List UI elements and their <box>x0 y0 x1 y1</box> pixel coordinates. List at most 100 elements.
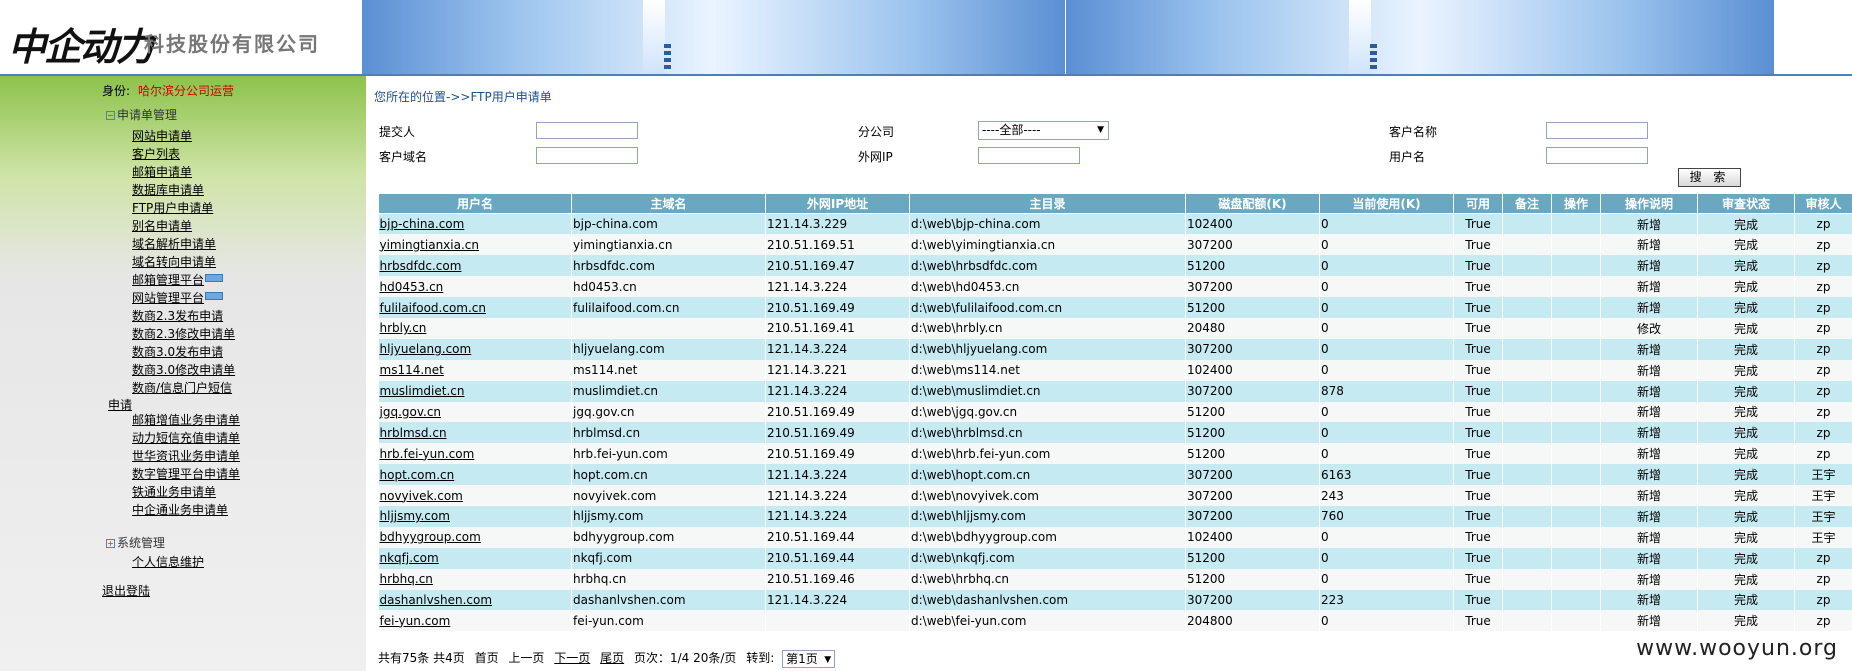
branch-select[interactable]: ----全部---- ▼ <box>978 121 1109 140</box>
cell-username[interactable]: novyivek.com <box>378 485 572 506</box>
cell-available: True <box>1453 317 1503 339</box>
cell-username[interactable]: ms114.net <box>378 359 572 381</box>
cell-username[interactable]: hd0453.cn <box>378 276 572 298</box>
sidebar-item-sms-recharge[interactable]: 动力短信充值申请单 <box>132 431 240 445</box>
pager-last-link[interactable]: 尾页 <box>600 651 624 665</box>
cell-username[interactable]: hljjsmy.com <box>378 505 572 527</box>
header-banner-right <box>1066 0 1774 74</box>
cell-review-status: 完成 <box>1697 505 1795 527</box>
pager-goto-select[interactable]: 第1页 ▼ <box>782 649 836 668</box>
cell-review-status: 完成 <box>1697 276 1795 298</box>
cell-username[interactable]: bjp-china.com <box>378 213 572 235</box>
cell-available: True <box>1453 443 1503 465</box>
table-row: bdhyygroup.com bdhyygroup.com 210.51.169.4… <box>378 526 1852 548</box>
sidebar-item-tietong[interactable]: 铁通业务申请单 <box>132 485 216 499</box>
cell-disk-quota: 51200 <box>1185 568 1320 590</box>
cell-operation <box>1551 213 1601 235</box>
logout-link[interactable]: 退出登陆 <box>102 582 150 599</box>
cell-main-domain: hljyuelang.com <box>571 338 766 360</box>
col-header-operation-desc: 操作说明 <box>1600 193 1698 214</box>
watermark: www.wooyun.org <box>1632 636 1842 661</box>
expand-icon[interactable]: + <box>106 539 115 548</box>
group-apply-label: 申请单管理 <box>117 108 178 122</box>
table-row: yimingtianxia.cn yimingtianxia.cn 210.51.1… <box>378 234 1852 256</box>
sidebar-item-website-platform[interactable]: 网站管理平台 <box>132 291 224 305</box>
pager-next-link[interactable]: 下一页 <box>554 651 590 665</box>
cell-username[interactable]: hrblmsd.cn <box>378 422 572 444</box>
sidebar-item-shushang30-modify[interactable]: 数商3.0修改申请单 <box>132 363 235 377</box>
search-button[interactable]: 搜 索 <box>1678 168 1741 187</box>
sidebar-item-digital-platform[interactable]: 数字管理平台申请单 <box>132 467 240 481</box>
cell-operation <box>1551 505 1601 527</box>
sidebar-item-shushang23-modify[interactable]: 数商2.3修改申请单 <box>132 327 235 341</box>
cell-disk-quota: 51200 <box>1185 443 1320 465</box>
cell-username[interactable]: hrbhq.cn <box>378 568 572 590</box>
cell-operation-desc: 新增 <box>1600 234 1698 256</box>
group-system-management[interactable]: + 系统管理 <box>106 534 165 551</box>
sidebar-item-ftp-apply[interactable]: FTP用户申请单 <box>132 201 213 215</box>
sidebar-item-database-apply[interactable]: 数据库申请单 <box>132 183 204 197</box>
cell-username[interactable]: fulilaifood.com.cn <box>378 297 572 318</box>
cell-home-dir: d:\web\hljjsmy.com <box>909 505 1186 527</box>
cell-username[interactable]: hopt.com.cn <box>378 464 572 486</box>
table-row: hrbsdfdc.com hrbsdfdc.com 210.51.169.47 d:\… <box>378 255 1852 277</box>
cell-reviewer: zp <box>1794 401 1852 423</box>
submitter-input[interactable] <box>536 122 638 139</box>
sidebar-item-alias-apply[interactable]: 别名申请单 <box>132 219 192 233</box>
table-row: hd0453.cn hd0453.cn 121.14.3.224 d:\web\hd0… <box>378 276 1852 298</box>
cell-public-ip: 121.14.3.224 <box>765 276 910 298</box>
table-row: hljjsmy.com hljjsmy.com 121.14.3.224 d:\web… <box>378 505 1852 527</box>
sidebar-item-shihua-info[interactable]: 世华资讯业务申请单 <box>132 449 240 463</box>
branch-select-value: ----全部---- <box>982 123 1041 137</box>
username-input[interactable] <box>1546 147 1648 164</box>
cell-home-dir: d:\web\muslimdiet.cn <box>909 380 1186 402</box>
cell-review-status: 完成 <box>1697 485 1795 506</box>
cell-username[interactable]: nkqfj.com <box>378 547 572 569</box>
cell-operation <box>1551 234 1601 256</box>
cell-username[interactable]: hrbsdfdc.com <box>378 255 572 277</box>
cell-remark <box>1502 234 1552 256</box>
cell-username[interactable]: hljyuelang.com <box>378 338 572 360</box>
sidebar-item-dns-apply[interactable]: 域名解析申请单 <box>132 237 216 251</box>
header-banner-left <box>362 0 1065 74</box>
cell-operation <box>1551 443 1601 465</box>
new-badge-icon <box>205 292 224 300</box>
sidebar-item-portal-sms-wrap[interactable]: 申请 <box>108 396 132 413</box>
sidebar-item-shushang23-publish[interactable]: 数商2.3发布申请 <box>132 309 223 323</box>
cell-username[interactable]: muslimdiet.cn <box>378 380 572 402</box>
col-header-home-dir: 主目录 <box>909 193 1186 214</box>
cell-username[interactable]: hrb.fei-yun.com <box>378 443 572 465</box>
cell-disk-quota: 307200 <box>1185 505 1320 527</box>
cell-public-ip: 210.51.169.51 <box>765 234 910 256</box>
sidebar-item-redirect-apply[interactable]: 域名转向申请单 <box>132 255 216 269</box>
cell-username[interactable]: dashanlvshen.com <box>378 589 572 611</box>
cell-current-usage: 0 <box>1319 338 1454 360</box>
cell-username[interactable]: jgq.gov.cn <box>378 401 572 423</box>
customer-domain-input[interactable] <box>536 147 638 164</box>
cell-disk-quota: 102400 <box>1185 526 1320 548</box>
sidebar-item-personal-info[interactable]: 个人信息维护 <box>132 555 204 569</box>
sidebar-item-mail-value-added[interactable]: 邮箱增值业务申请单 <box>132 413 240 427</box>
sidebar-item-website-apply[interactable]: 网站申请单 <box>132 129 192 143</box>
customer-name-input[interactable] <box>1546 122 1648 139</box>
sidebar-item-customer-list[interactable]: 客户列表 <box>132 147 180 161</box>
group-apply-management[interactable]: − 申请单管理 <box>106 106 177 123</box>
sidebar-item-shushang30-publish[interactable]: 数商3.0发布申请 <box>132 345 223 359</box>
cell-username[interactable]: bdhyygroup.com <box>378 526 572 548</box>
col-header-username: 用户名 <box>378 193 572 214</box>
cell-username[interactable]: hrbly.cn <box>378 317 572 339</box>
cell-reviewer: 王宇 <box>1794 505 1852 527</box>
collapse-icon[interactable]: − <box>106 111 115 120</box>
sidebar-item-portal-sms[interactable]: 数商/信息门户短信 <box>132 381 232 395</box>
cell-reviewer: zp <box>1794 359 1852 381</box>
sidebar-item-mail-platform[interactable]: 邮箱管理平台 <box>132 273 224 287</box>
cell-username[interactable]: yimingtianxia.cn <box>378 234 572 256</box>
sidebar-item-zhongqitong[interactable]: 中企通业务申请单 <box>132 503 228 517</box>
cell-home-dir: d:\web\hljyuelang.com <box>909 338 1186 360</box>
cell-public-ip: 121.14.3.229 <box>765 213 910 235</box>
cell-disk-quota: 307200 <box>1185 380 1320 402</box>
cell-username[interactable]: fei-yun.com <box>378 610 572 632</box>
public-ip-input[interactable] <box>978 147 1080 164</box>
cell-operation-desc: 新增 <box>1600 255 1698 277</box>
sidebar-item-mail-apply[interactable]: 邮箱申请单 <box>132 165 192 179</box>
